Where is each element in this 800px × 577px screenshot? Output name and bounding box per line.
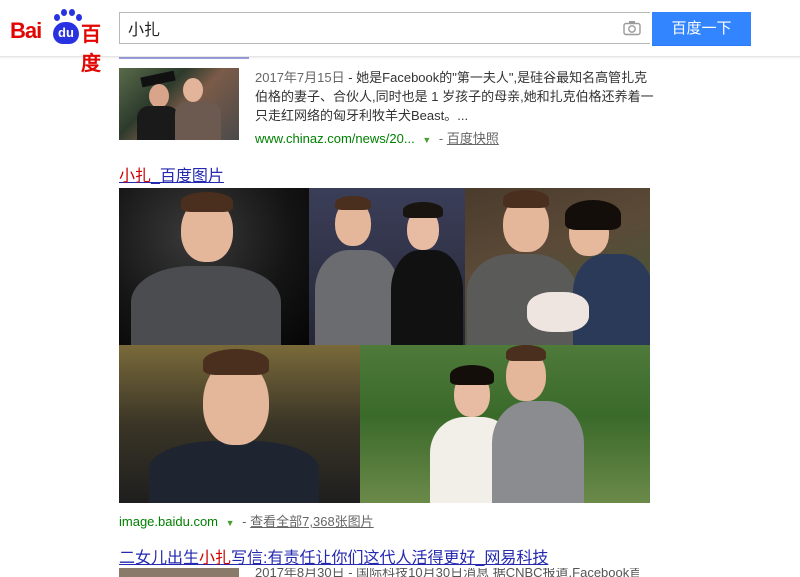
search-box xyxy=(119,12,650,44)
caret-down-icon[interactable]: ▼ xyxy=(226,518,235,528)
baby-blanket xyxy=(527,292,589,332)
image-source-line: image.baidu.com ▼ - 查看全部7,368张图片 xyxy=(119,511,374,530)
logo-bai-text: Bai xyxy=(10,18,42,43)
separator-dash: - xyxy=(438,131,444,146)
person-face xyxy=(183,78,203,102)
camera-icon[interactable] xyxy=(623,20,641,36)
image-result-title[interactable]: 小扎_百度图片 xyxy=(119,162,224,186)
result-url-line: www.chinaz.com/news/20... ▼ - 百度快照 xyxy=(255,128,499,147)
person-hair xyxy=(335,196,371,210)
result-snippet: 2017年7月15日 - 她是Facebook的"第一夫人",是硅谷最知名高管扎… xyxy=(255,68,655,125)
person-hair xyxy=(503,190,549,208)
view-all-images-link[interactable]: 查看全部7,368张图片 xyxy=(250,514,374,529)
image-grid xyxy=(119,188,650,503)
result-url[interactable]: www.chinaz.com/news/20... xyxy=(255,131,415,146)
person-hair xyxy=(181,192,233,212)
search-result: 2017年7月15日 - 她是Facebook的"第一夫人",是硅谷最知名高管扎… xyxy=(119,68,654,148)
result-title-link[interactable]: 二女儿出生小扎写信:有责任让你们这代人活得更好_网易科技 xyxy=(119,544,548,568)
person-hair xyxy=(203,349,269,375)
search-input[interactable] xyxy=(120,13,626,43)
person-hair xyxy=(506,345,546,361)
person-shirt xyxy=(315,250,399,345)
logo-du-text: du xyxy=(53,22,79,44)
image-thumbnail-1[interactable] xyxy=(119,188,309,345)
result-thumbnail[interactable] xyxy=(119,68,239,140)
search-button[interactable]: 百度一下 xyxy=(652,12,751,46)
separator-dash: - xyxy=(242,514,247,529)
header-bar: Bai du 百度 百度一下 xyxy=(0,0,800,75)
person-shirt xyxy=(492,401,584,503)
person-hair xyxy=(565,200,621,230)
person-body xyxy=(175,102,221,140)
person-shirt xyxy=(131,266,281,345)
image-title-rest: _百度图片 xyxy=(151,168,224,185)
baidu-logo[interactable]: Bai du 百度 xyxy=(10,8,112,75)
result-title-rest: 写信:有责任让你们这代人活得更好_网易科技 xyxy=(231,550,549,567)
person-body xyxy=(137,106,179,140)
image-thumbnail-2[interactable] xyxy=(309,188,465,345)
person-face xyxy=(149,84,169,108)
image-source-url[interactable]: image.baidu.com xyxy=(119,514,218,529)
result-snippet-text: 2017年8月30日 - 国际科技10月30日消息 据CNBC报道,Facebo… xyxy=(255,568,639,577)
result-date: 2017年7月15日 xyxy=(255,70,345,85)
result-thumbnail[interactable] xyxy=(119,568,239,577)
highlight-keyword: 小扎 xyxy=(119,168,152,185)
cache-link[interactable]: 百度快照 xyxy=(447,131,499,146)
result-title-prefix: 二女儿出生 xyxy=(119,550,200,567)
logo-cn-text: 百度 xyxy=(81,24,101,75)
person-shirt xyxy=(391,250,463,345)
image-thumbnail-4[interactable] xyxy=(119,345,360,503)
image-thumbnail-3[interactable] xyxy=(465,188,650,345)
highlight-keyword: 小扎 xyxy=(199,550,232,567)
person-shirt xyxy=(149,441,319,503)
result-partial: 2017年8月30日 - 国际科技10月30日消息 据CNBC报道,Facebo… xyxy=(119,568,639,577)
caret-down-icon[interactable]: ▼ xyxy=(422,135,431,145)
person-hair xyxy=(403,202,443,218)
image-thumbnail-5[interactable] xyxy=(360,345,650,503)
person-hair xyxy=(450,365,494,385)
